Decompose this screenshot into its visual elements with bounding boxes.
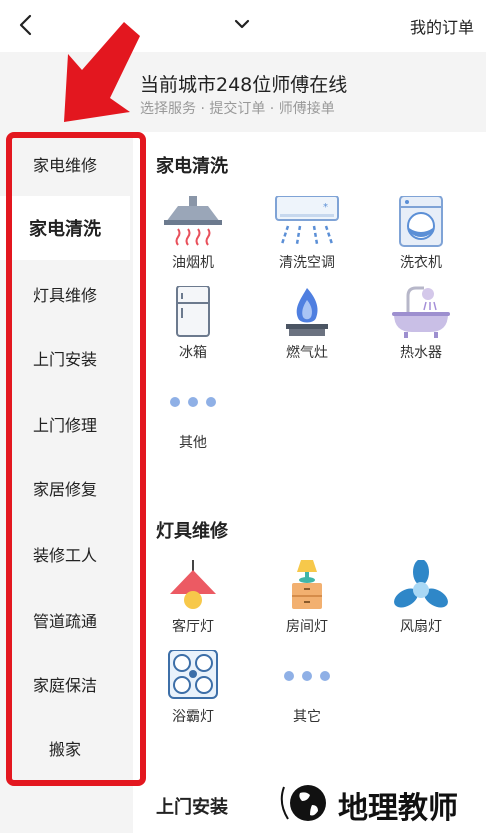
- service-label: 客厅灯: [172, 619, 214, 635]
- sidebar-item-label: 上门修理: [32, 416, 97, 435]
- section-title-home-install: 上门安装: [156, 797, 228, 818]
- globe-logo-icon: [280, 785, 326, 821]
- service-washing-machine[interactable]: 洗衣机: [376, 196, 466, 276]
- more-dots-icon: [284, 671, 330, 681]
- service-label: 其它: [293, 709, 321, 725]
- watermark: 地理教师: [278, 777, 478, 829]
- sidebar-item-renovation-workers[interactable]: 装修工人: [0, 522, 130, 586]
- banner-subtitle: 选择服务 · 提交订单 · 师傅接单: [140, 101, 335, 117]
- range-hood-icon: [164, 196, 222, 246]
- category-sidebar: 家电维修 家电清洗 灯具维修 上门安装 上门修理 家居修复 装修工人 管道疏通 …: [0, 132, 133, 833]
- sidebar-item-label: 装修工人: [32, 546, 97, 565]
- pendant-lamp-icon: [170, 560, 216, 609]
- back-arrow-icon[interactable]: [12, 10, 42, 40]
- service-other[interactable]: 其他: [148, 376, 238, 456]
- svg-text:*: *: [323, 202, 328, 213]
- service-bedroom-lamp[interactable]: 房间灯: [262, 560, 352, 640]
- chevron-down-icon[interactable]: [230, 12, 254, 36]
- service-other-lamp[interactable]: 其它: [262, 650, 352, 730]
- service-label: 热水器: [400, 345, 442, 361]
- sidebar-item-label: 管道疏通: [32, 612, 97, 631]
- service-label: 房间灯: [286, 619, 328, 635]
- water-heater-icon: [392, 286, 450, 338]
- refrigerator-icon: [176, 286, 210, 337]
- section-title-lamp-repair: 灯具维修: [156, 521, 228, 542]
- service-range-hood[interactable]: 油烟机: [148, 196, 238, 276]
- sidebar-item-label: 家庭保洁: [32, 676, 97, 695]
- service-fan-lamp[interactable]: 风扇灯: [376, 560, 466, 640]
- gas-stove-icon: [286, 288, 328, 336]
- sidebar-item-house-cleaning[interactable]: 家庭保洁: [0, 652, 130, 716]
- service-gas-stove[interactable]: 燃气灶: [262, 286, 352, 366]
- my-orders-link[interactable]: 我的订单: [410, 14, 474, 38]
- service-label: 冰箱: [179, 345, 207, 361]
- bath-heater-icon: [168, 650, 218, 699]
- section-title-appliance-cleaning: 家电清洗: [156, 156, 228, 177]
- sidebar-item-label: 家电维修: [32, 156, 97, 175]
- banner-title: 当前城市248位师傅在线: [140, 74, 348, 96]
- service-label: 油烟机: [172, 255, 214, 271]
- service-air-conditioner[interactable]: * 清洗空调: [262, 196, 352, 276]
- sidebar-item-label: 上门安装: [32, 350, 97, 369]
- sidebar-item-pipe-unclog[interactable]: 管道疏通: [0, 588, 130, 652]
- sidebar-item-home-repair[interactable]: 上门修理: [0, 392, 130, 456]
- service-water-heater[interactable]: 热水器: [376, 286, 466, 366]
- sidebar-item-label: 灯具维修: [32, 286, 97, 305]
- service-label: 洗衣机: [400, 255, 442, 271]
- service-label: 清洗空调: [279, 255, 335, 271]
- watermark-text: 地理教师: [338, 791, 458, 826]
- sidebar-item-lamp-repair[interactable]: 灯具维修: [0, 262, 130, 326]
- service-refrigerator[interactable]: 冰箱: [148, 286, 238, 366]
- service-label: 燃气灶: [286, 345, 328, 361]
- service-label: 浴霸灯: [172, 709, 214, 725]
- service-label: 风扇灯: [400, 619, 442, 635]
- sidebar-item-label: 搬家: [48, 740, 81, 759]
- fan-lamp-icon: [394, 560, 448, 608]
- sidebar-item-label: 家居修复: [32, 480, 97, 499]
- sidebar-item-home-install[interactable]: 上门安装: [0, 326, 130, 390]
- more-dots-icon: [170, 397, 216, 407]
- sidebar-item-label: 家电清洗: [29, 219, 101, 240]
- sidebar-item-appliance-repair[interactable]: 家电维修: [0, 132, 130, 196]
- service-bath-heater-lamp[interactable]: 浴霸灯: [148, 650, 238, 730]
- sidebar-item-moving[interactable]: 搬家: [0, 716, 130, 780]
- air-conditioner-icon: *: [275, 196, 339, 245]
- pointer-arrow-icon: [64, 22, 140, 122]
- bedside-lamp-icon: [292, 560, 322, 609]
- sidebar-item-furniture-restore[interactable]: 家居修复: [0, 456, 130, 520]
- washing-machine-icon: [399, 196, 443, 247]
- service-living-room-lamp[interactable]: 客厅灯: [148, 560, 238, 640]
- service-label: 其他: [179, 435, 207, 451]
- sidebar-item-appliance-cleaning[interactable]: 家电清洗: [0, 196, 130, 260]
